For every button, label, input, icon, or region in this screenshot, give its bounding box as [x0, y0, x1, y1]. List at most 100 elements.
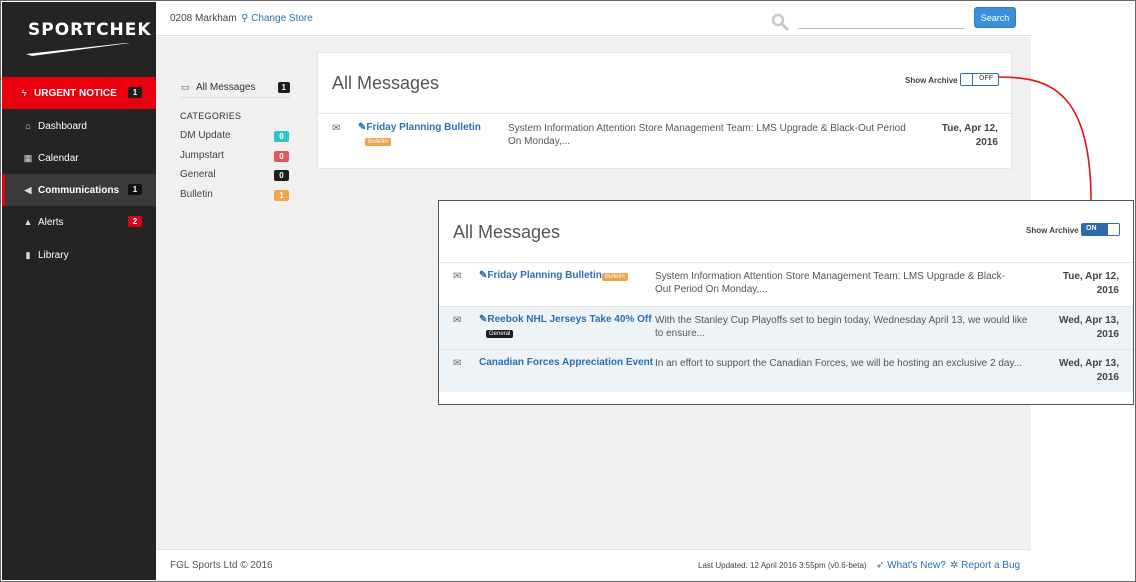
search-icon: [771, 13, 789, 31]
category-count-badge: 0: [274, 151, 289, 162]
bug-icon: ✲: [950, 560, 959, 571]
message-row[interactable]: ✉ Canadian Forces Appreciation Event In …: [439, 349, 1133, 392]
envelope-icon: ✉: [453, 315, 462, 326]
message-date: Tue, Apr 12, 2016: [1039, 270, 1119, 298]
message-title-link[interactable]: ✎Friday Planning Bulletin: [479, 270, 602, 281]
messages-panel-archive-on: All Messages Show Archive ON ✉ ✎Friday P…: [438, 200, 1134, 405]
alerts-count-badge: 2: [128, 216, 142, 227]
change-store-link[interactable]: ⚲ Change Store: [241, 13, 313, 24]
general-badge: General: [486, 330, 514, 338]
envelope-icon: ✉: [453, 271, 462, 282]
rocket-icon: ➶: [876, 560, 885, 571]
message-title-link[interactable]: ✎Friday Planning Bulletin: [358, 122, 481, 133]
message-row[interactable]: ✉ ✎Reebok NHL Jerseys Take 40% Off Gener…: [439, 306, 1133, 349]
sidebar-item-label: URGENT NOTICE: [34, 87, 117, 99]
sidebar-item-library[interactable]: ▮ Library: [2, 239, 156, 271]
sitemap-icon: ⚲: [241, 13, 249, 24]
category-count-badge: 1: [274, 190, 289, 201]
report-bug-label: Report a Bug: [961, 560, 1021, 571]
categories-heading: CATEGORIES: [180, 111, 242, 121]
sidebar-item-alerts[interactable]: ▲ Alerts 2: [2, 206, 156, 238]
store-name: 0208 Markham: [170, 13, 237, 24]
category-dm-update[interactable]: DM Update 0: [180, 130, 289, 146]
message-summary: With the Stanley Cup Playoffs set to beg…: [655, 315, 1028, 339]
date-line: Wed, Apr 13,: [1058, 315, 1119, 326]
message-title: Reebok NHL Jerseys Take 40% Off: [487, 314, 652, 325]
message-row[interactable]: ✉ ✎Friday Planning Bulletin Bulletin Sys…: [318, 115, 1011, 158]
envelope-icon: ✉: [332, 123, 341, 134]
sidebar-item-label: Calendar: [38, 152, 79, 164]
calendar-icon: ▦: [23, 152, 33, 163]
category-label: Bulletin: [180, 189, 213, 200]
app-window: SPORTCHEK ϟ URGENT NOTICE 1 ⌂ Dashboard …: [0, 0, 1136, 582]
logo-swoosh-icon: [26, 43, 130, 56]
whats-new-label: What's New?: [887, 560, 946, 571]
sidebar-item-calendar[interactable]: ▦ Calendar: [2, 142, 156, 174]
date-year: 2016: [1096, 372, 1119, 383]
search-input[interactable]: [798, 12, 964, 29]
category-general[interactable]: General 0: [180, 169, 289, 185]
copyright-text: FGL Sports Ltd © 2016: [170, 560, 273, 571]
category-count-badge: 0: [274, 131, 289, 142]
sidebar-item-dashboard[interactable]: ⌂ Dashboard: [2, 110, 156, 142]
date-line: Wed, Apr 13,: [1058, 358, 1119, 369]
whats-new-link[interactable]: ➶ What's New?: [876, 560, 946, 571]
sidebar-item-communications[interactable]: ◀ Communications 1: [2, 174, 156, 206]
top-bar: 0208 Markham ⚲ Change Store Search: [156, 2, 1031, 36]
category-label: General: [180, 169, 216, 180]
home-icon: ⌂: [25, 121, 31, 131]
report-bug-link[interactable]: ✲ Report a Bug: [950, 560, 1020, 571]
message-title: Friday Planning Bulletin: [366, 122, 481, 133]
filter-all-messages[interactable]: ▭ All Messages 1: [180, 79, 290, 98]
bell-icon: ▲: [23, 217, 33, 227]
date-line: Tue, Apr 12,: [941, 123, 998, 134]
date-year: 2016: [1096, 285, 1119, 296]
show-archive-label: Show Archive: [1026, 226, 1079, 235]
bolt-icon: ϟ: [21, 88, 27, 98]
all-messages-count-badge: 1: [277, 82, 290, 93]
message-row[interactable]: ✉ ✎Friday Planning Bulletin Bulletin Sys…: [439, 263, 1133, 306]
date-line: Tue, Apr 12,: [1062, 271, 1119, 282]
change-store-label: Change Store: [251, 13, 313, 24]
bulletin-badge: Bulletin: [602, 273, 628, 281]
message-title-link[interactable]: ✎Reebok NHL Jerseys Take 40% Off: [479, 314, 652, 325]
category-count-badge: 0: [274, 170, 289, 181]
message-title: Friday Planning Bulletin: [487, 270, 602, 281]
book-icon: ▮: [25, 249, 31, 260]
show-archive-toggle[interactable]: ON: [1081, 223, 1120, 236]
message-date: Tue, Apr 12, 2016: [918, 122, 998, 150]
message-date: Wed, Apr 13, 2016: [1039, 314, 1119, 342]
toggle-state: ON: [1086, 225, 1097, 232]
sidebar-item-urgent-notice[interactable]: ϟ URGENT NOTICE 1: [2, 77, 156, 109]
last-updated-text: Last Updated: 12 April 2016 3:55pm (v0.6…: [698, 561, 867, 570]
envelope-icon: ✉: [453, 358, 462, 369]
messages-panel: All Messages Show Archive OFF ✉ ✎Friday …: [317, 52, 1012, 169]
category-jumpstart[interactable]: Jumpstart 0: [180, 150, 289, 166]
category-label: DM Update: [180, 130, 231, 141]
bulletin-badge: Bulletin: [365, 138, 391, 146]
sportchek-logo[interactable]: SPORTCHEK: [22, 18, 151, 62]
message-summary: In an effort to support the Canadian For…: [655, 358, 1023, 369]
date-year: 2016: [1096, 329, 1119, 340]
toggle-knob: [961, 74, 973, 85]
category-bulletin[interactable]: Bulletin 1: [180, 189, 289, 205]
message-summary: System Information Attention Store Manag…: [655, 271, 1005, 295]
sidebar-item-label: Communications: [38, 184, 120, 196]
toggle-knob: [1107, 224, 1119, 235]
urgent-count-badge: 1: [128, 87, 142, 98]
inbox-icon: ▭: [181, 82, 190, 92]
logo-wordmark: SPORTCHEK: [28, 20, 152, 40]
message-title-link[interactable]: Canadian Forces Appreciation Event: [479, 357, 653, 368]
footer: FGL Sports Ltd © 2016 Last Updated: 12 A…: [156, 549, 1031, 580]
sidebar: SPORTCHEK ϟ URGENT NOTICE 1 ⌂ Dashboard …: [2, 2, 156, 580]
communications-count-badge: 1: [128, 184, 142, 195]
category-label: Jumpstart: [180, 150, 224, 161]
panel-title: All Messages: [332, 73, 440, 93]
date-year: 2016: [975, 137, 998, 148]
megaphone-icon: ◀: [24, 184, 32, 195]
search-button[interactable]: Search: [974, 7, 1016, 28]
filter-label: All Messages: [196, 82, 256, 93]
message-date: Wed, Apr 13, 2016: [1039, 357, 1119, 385]
sidebar-item-label: Dashboard: [38, 120, 87, 132]
sidebar-item-label: Alerts: [38, 216, 64, 228]
